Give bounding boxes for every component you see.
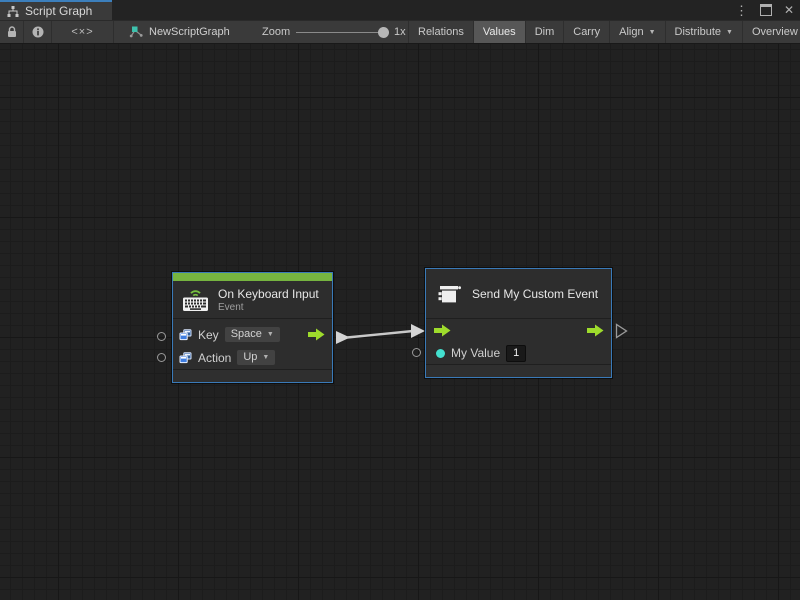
node-title: Send My Custom Event xyxy=(472,287,598,301)
info-button[interactable] xyxy=(24,21,52,43)
key-port-socket[interactable] xyxy=(157,332,166,341)
script-graph-window: Script Graph ⋮ ✕ xyxy=(0,0,800,600)
zoom-slider-handle[interactable] xyxy=(378,27,389,38)
toolbar-button-group: Relations Values Dim Carry Align ▼ Distr… xyxy=(408,21,800,43)
lock-button[interactable] xyxy=(0,21,24,43)
flow-out-port[interactable] xyxy=(587,324,604,337)
flow-in-port[interactable] xyxy=(434,324,451,337)
port-label: My Value xyxy=(451,346,500,360)
node-subtitle: Event xyxy=(218,302,319,313)
flow-out-socket[interactable] xyxy=(615,323,628,339)
node-ports: Key Space ▼ xyxy=(173,319,332,368)
window-controls: ⋮ ✕ xyxy=(735,0,794,20)
enum-type-icon xyxy=(179,329,192,341)
code-icon: <×> xyxy=(71,26,93,38)
port-row-key: Key Space ▼ xyxy=(173,324,332,345)
zoom-value: 1x xyxy=(394,21,406,43)
node-header: Send My Custom Event xyxy=(426,269,611,319)
zoom-label: Zoom xyxy=(262,21,290,43)
tab-script-graph[interactable]: Script Graph xyxy=(0,0,112,20)
node-ports: My Value 1 xyxy=(426,319,611,364)
action-dropdown[interactable]: Up ▼ xyxy=(237,350,275,365)
graph-icon xyxy=(129,26,143,38)
tab-title: Script Graph xyxy=(25,4,92,18)
node-footer xyxy=(173,369,332,382)
info-icon xyxy=(32,26,44,38)
port-row-my-value: My Value 1 xyxy=(426,342,611,364)
menu-icon[interactable]: ⋮ xyxy=(735,4,748,17)
overview-button[interactable]: Overview xyxy=(742,21,800,43)
port-row-flow xyxy=(426,319,611,341)
chevron-down-icon: ▼ xyxy=(726,29,733,36)
node-titles: On Keyboard Input Event xyxy=(218,287,319,313)
dim-button[interactable]: Dim xyxy=(525,21,564,43)
relations-button[interactable]: Relations xyxy=(408,21,473,43)
node-title: On Keyboard Input xyxy=(218,287,319,301)
titlebar: Script Graph ⋮ ✕ xyxy=(0,0,800,20)
my-value-input[interactable]: 1 xyxy=(506,345,526,362)
port-label: Key xyxy=(198,328,219,342)
lock-icon xyxy=(7,26,17,38)
connection-wire[interactable] xyxy=(0,44,800,600)
code-preview-button[interactable]: <×> xyxy=(52,21,114,43)
flow-out-port[interactable] xyxy=(308,328,325,341)
unit-icon xyxy=(436,283,462,305)
graph-name: NewScriptGraph xyxy=(149,26,230,38)
zoom-slider-track[interactable] xyxy=(296,32,384,33)
chevron-down-icon: ▼ xyxy=(649,29,656,36)
values-button[interactable]: Values xyxy=(473,21,525,43)
chevron-down-icon: ▼ xyxy=(262,354,269,361)
close-icon[interactable]: ✕ xyxy=(784,4,794,16)
distribute-dropdown-button[interactable]: Distribute ▼ xyxy=(665,21,742,43)
keyboard-icon xyxy=(181,287,210,312)
port-label: Action xyxy=(198,351,231,365)
graph-breadcrumb[interactable]: NewScriptGraph xyxy=(129,21,230,43)
node-footer xyxy=(426,364,611,377)
event-accent-bar xyxy=(173,273,332,281)
port-row-action: Action Up ▼ xyxy=(173,347,332,368)
carry-button[interactable]: Carry xyxy=(563,21,609,43)
graph-canvas[interactable]: On Keyboard Input Event Key xyxy=(0,44,800,600)
my-value-port-socket[interactable] xyxy=(412,348,421,357)
chevron-down-icon: ▼ xyxy=(267,331,274,338)
key-dropdown[interactable]: Space ▼ xyxy=(225,327,280,342)
toolbar: <×> NewScriptGraph Zoom 1x Relations Val… xyxy=(0,20,800,44)
node-header: On Keyboard Input Event xyxy=(173,281,332,319)
action-port-socket[interactable] xyxy=(157,353,166,362)
enum-type-icon xyxy=(179,352,192,364)
node-send-my-custom-event[interactable]: Send My Custom Event My Value 1 xyxy=(425,268,612,378)
hierarchy-icon xyxy=(7,6,19,17)
value-port-icon[interactable] xyxy=(436,349,445,358)
node-on-keyboard-input[interactable]: On Keyboard Input Event Key xyxy=(172,272,333,383)
maximize-icon[interactable] xyxy=(760,4,772,16)
align-dropdown-button[interactable]: Align ▼ xyxy=(609,21,664,43)
